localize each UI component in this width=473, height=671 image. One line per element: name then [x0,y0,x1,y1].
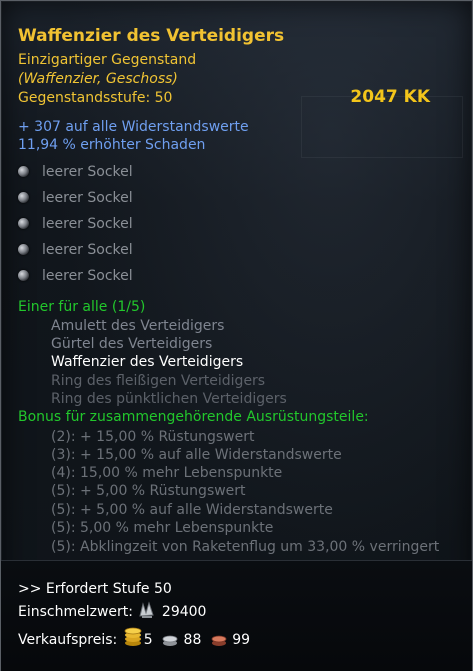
socket-empty-icon [18,192,29,203]
socket-empty-icon [18,244,29,255]
scrap-icon [137,601,157,624]
item-tooltip: Waffenzier des Verteidigers Einzigartige… [0,0,473,671]
socket-slot: leerer Sockel [18,190,133,207]
sell-price-label: Verkaufspreis: [18,632,118,648]
set-bonus-line: (5): 5,00 % mehr Lebenspunkte [51,520,274,536]
tooltip-footer: >> Erfordert Stufe 50 Einschmelzwert: 29… [1,560,472,671]
socket-slot: leerer Sockel [18,268,133,285]
item-name: Waffenzier des Verteidigers [18,26,285,46]
set-item: Gürtel des Verteidigers [51,336,213,352]
socket-slot: leerer Sockel [18,164,133,181]
sell-copper-amount: 99 [232,632,251,648]
socket-empty-icon [18,270,29,281]
socket-empty-icon [18,218,29,229]
socket-slot: leerer Sockel [18,216,133,233]
stat-line: + 307 auf alle Widerstandswerte [18,119,249,135]
set-item: Amulett des Verteidigers [51,318,225,334]
set-bonus-line: (2): + 15,00 % Rüstungswert [51,429,255,445]
item-level: Gegenstandsstufe: 50 [18,90,172,107]
item-level-value: 50 [154,90,173,106]
stat-line: 11,94 % erhöhter Schaden [18,137,206,153]
sell-silver-amount: 88 [183,632,202,648]
silver-coin-icon [161,633,179,652]
set-bonus-line: (4): 15,00 % mehr Lebenspunkte [51,465,283,481]
level-requirement: >> Erfordert Stufe 50 [18,581,172,597]
socket-slot: leerer Sockel [18,242,133,259]
set-title: Einer für alle (1/5) [18,299,146,315]
socket-label: leerer Sockel [42,268,133,284]
set-bonus-title: Bonus für zusammengehörende Ausrüstungst… [18,409,369,425]
gold-coin-icon [122,627,144,652]
set-bonus-line: (3): + 15,00 % auf alle Widerstandswerte [51,447,342,463]
set-item-active: Waffenzier des Verteidigers [51,354,244,370]
socket-empty-icon [18,166,29,177]
set-bonus-line: (5): + 5,00 % Rüstungswert [51,483,246,499]
socket-label: leerer Sockel [42,242,133,258]
set-item: Ring des fleißigen Verteidigers [51,373,266,389]
socket-label: leerer Sockel [42,164,133,180]
set-bonus-line: (5): Abklingzeit von Raketenflug um 33,0… [51,539,440,555]
item-price: 2047 KK [350,87,430,107]
melt-value-amount: 29400 [161,604,207,620]
set-bonus-line: (5): + 5,00 % auf alle Widerstandswerte [51,502,333,518]
socket-label: leerer Sockel [42,216,133,232]
copper-coin-icon [210,633,228,652]
set-item: Ring des pünktlichen Verteidigers [51,391,287,407]
melt-value-row: Einschmelzwert: 29400 [18,601,206,624]
socket-label: leerer Sockel [42,190,133,206]
sell-price-row: Verkaufspreis: 5 88 99 [18,627,250,652]
item-rarity: Einzigartiger Gegenstand [18,52,197,68]
sell-gold-amount: 5 [143,632,153,648]
item-level-label: Gegenstandsstufe: [18,90,151,106]
melt-value-label: Einschmelzwert: [18,604,133,620]
item-type: (Waffenzier, Geschoss) [18,71,178,87]
